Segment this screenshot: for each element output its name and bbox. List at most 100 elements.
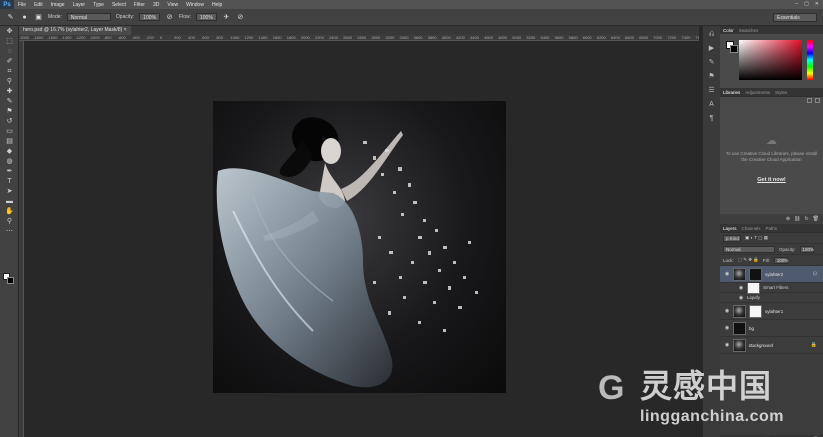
list-view-icon[interactable]	[815, 98, 820, 103]
document-tab-close-icon[interactable]: ×	[124, 27, 127, 33]
paragraph-panel-icon[interactable]: ¶	[706, 113, 718, 124]
lock-icons[interactable]: ⬚ ✎ ✥ 🔒	[738, 257, 759, 263]
tab-adjustments[interactable]: Adjustments	[745, 90, 770, 95]
layer-row[interactable]: ◉ Background 🔒	[720, 337, 823, 354]
background-color-swatch[interactable]	[7, 277, 14, 284]
tab-color[interactable]: Color	[723, 28, 734, 33]
marquee-tool-icon[interactable]: ⬚	[4, 37, 15, 46]
library-link-icon[interactable]: ⛓	[794, 216, 800, 222]
horizontal-ruler[interactable]: -2000 -1800 -1600 -1400 -1200 -1000 -800 -600 -4…	[19, 35, 699, 41]
eraser-tool-icon[interactable]: ▭	[4, 127, 15, 136]
fill-field[interactable]: 100%	[773, 256, 788, 264]
menu-edit[interactable]: Edit	[30, 2, 47, 8]
get-it-now-link[interactable]: Get it now!	[724, 177, 819, 183]
path-select-tool-icon[interactable]: ➤	[4, 187, 15, 196]
visibility-eye-icon[interactable]: ◉	[724, 325, 730, 331]
layer-blend-mode[interactable]: Normal	[723, 245, 775, 253]
pressure-size-icon[interactable]: ⊘	[236, 13, 245, 22]
add-content-icon[interactable]: ⊕	[786, 216, 790, 222]
more-tools-icon[interactable]: ⋯	[4, 227, 15, 236]
zoom-tool-icon[interactable]: ⚲	[4, 217, 15, 226]
liquify-filter-row[interactable]: ◉ Liquify	[720, 293, 823, 303]
menu-image[interactable]: Image	[47, 2, 69, 8]
menu-3d[interactable]: 3D	[149, 2, 163, 8]
tab-paths[interactable]: Paths	[766, 226, 778, 231]
tab-libraries[interactable]: Libraries	[723, 90, 740, 95]
layer-name[interactable]: bg	[749, 326, 754, 331]
hand-tool-icon[interactable]: ✋	[4, 207, 15, 216]
tab-styles[interactable]: Styles	[775, 90, 787, 95]
quick-select-tool-icon[interactable]: ✐	[4, 57, 15, 66]
blur-tool-icon[interactable]: ◆	[4, 147, 15, 156]
filter-icons[interactable]: ▣ ◐ T ▢ ▦	[745, 235, 768, 241]
visibility-eye-icon[interactable]: ◉	[724, 342, 730, 348]
smart-filters-row[interactable]: ◉ Smart Filters	[720, 281, 823, 294]
tab-layers[interactable]: Layers	[723, 226, 737, 231]
layer-row[interactable]: ◉ sylahter1	[720, 303, 823, 320]
menu-view[interactable]: View	[163, 2, 182, 8]
layer-name[interactable]: sylahter2	[765, 272, 783, 277]
menu-type[interactable]: Type	[89, 2, 108, 8]
gradient-tool-icon[interactable]: ▤	[4, 137, 15, 146]
shape-tool-icon[interactable]: ▬	[4, 197, 15, 206]
eyedropper-tool-icon[interactable]: ⚲	[4, 77, 15, 86]
workspace-switcher[interactable]: Essentials	[773, 13, 817, 22]
brush-panel-icon[interactable]: ▣	[34, 13, 43, 22]
opacity-field[interactable]: 100%	[139, 13, 161, 21]
pen-tool-icon[interactable]: ✒	[4, 167, 15, 176]
move-tool-icon[interactable]: ✥	[4, 27, 15, 36]
layer-kind-filter[interactable]: ρ Kind	[723, 234, 741, 242]
airbrush-icon[interactable]: ✈	[222, 13, 231, 22]
history-brush-tool-icon[interactable]: ↺	[4, 117, 15, 126]
library-trash-icon[interactable]: 🗑	[813, 216, 819, 222]
layer-row[interactable]: ◉ sylahter2 ⊡	[720, 266, 823, 283]
close-button[interactable]: ✕	[815, 1, 819, 7]
flow-field[interactable]: 100%	[196, 13, 217, 21]
character-panel-icon[interactable]: A	[706, 99, 718, 110]
layer-mask-thumbnail[interactable]	[749, 267, 762, 281]
maximize-button[interactable]: ▢	[804, 1, 809, 7]
pressure-opacity-icon[interactable]: ⊘	[165, 13, 174, 22]
layer-opacity-field[interactable]: 100%	[799, 245, 814, 253]
type-tool-icon[interactable]: T	[4, 177, 15, 186]
mode-select[interactable]: Normal	[66, 13, 111, 21]
library-sync-icon[interactable]: ↻	[804, 216, 808, 222]
tab-swatches[interactable]: Swatches	[739, 28, 759, 33]
visibility-eye-icon[interactable]: ◉	[724, 271, 730, 277]
layer-row[interactable]: ◉ bg	[720, 320, 823, 337]
menu-help[interactable]: Help	[208, 2, 226, 8]
brush-preset-icon[interactable]: ✎	[6, 13, 15, 22]
smart-filters-eye-icon[interactable]: ◉	[738, 285, 744, 291]
liquify-eye-icon[interactable]: ◉	[738, 295, 744, 301]
tab-channels[interactable]: Channels	[742, 226, 761, 231]
crop-tool-icon[interactable]: ⌗	[4, 67, 15, 76]
document-tab[interactable]: hero.psd @ 16.7% (sylahter2, Layer Mask/…	[19, 26, 131, 35]
minimize-button[interactable]: –	[795, 1, 798, 7]
menu-file[interactable]: File	[14, 2, 30, 8]
color-panel-background[interactable]	[730, 45, 738, 53]
menu-select[interactable]: Select	[108, 2, 130, 8]
healing-tool-icon[interactable]: ✚	[4, 87, 15, 96]
clone-stamp-tool-icon[interactable]: ⚑	[4, 107, 15, 116]
visibility-eye-icon[interactable]: ◉	[724, 308, 730, 314]
layer-name[interactable]: Background	[749, 343, 773, 348]
menu-filter[interactable]: Filter	[130, 2, 149, 8]
layer-mask-thumbnail[interactable]	[749, 304, 762, 318]
history-panel-icon[interactable]: ⎌	[706, 29, 718, 40]
canvas-artwork[interactable]	[213, 101, 506, 393]
menu-layer[interactable]: Layer	[69, 2, 90, 8]
grid-view-icon[interactable]	[807, 98, 812, 103]
properties-panel-icon[interactable]: ☰	[706, 85, 718, 96]
menu-window[interactable]: Window	[182, 2, 208, 8]
brush-tool-icon[interactable]: ✎	[4, 97, 15, 106]
hue-slider[interactable]	[807, 40, 813, 80]
vertical-ruler[interactable]	[19, 41, 24, 437]
color-picker-field[interactable]	[739, 40, 802, 80]
actions-panel-icon[interactable]: ▶	[706, 43, 718, 54]
brush-size-icon[interactable]: ●	[20, 13, 29, 22]
brush-panel-icon-side[interactable]: ✎	[706, 57, 718, 68]
layer-name[interactable]: sylahter1	[765, 309, 783, 314]
dodge-tool-icon[interactable]: ◍	[4, 157, 15, 166]
lasso-tool-icon[interactable]: ◌	[4, 47, 15, 56]
clone-source-panel-icon[interactable]: ⚑	[706, 71, 718, 82]
